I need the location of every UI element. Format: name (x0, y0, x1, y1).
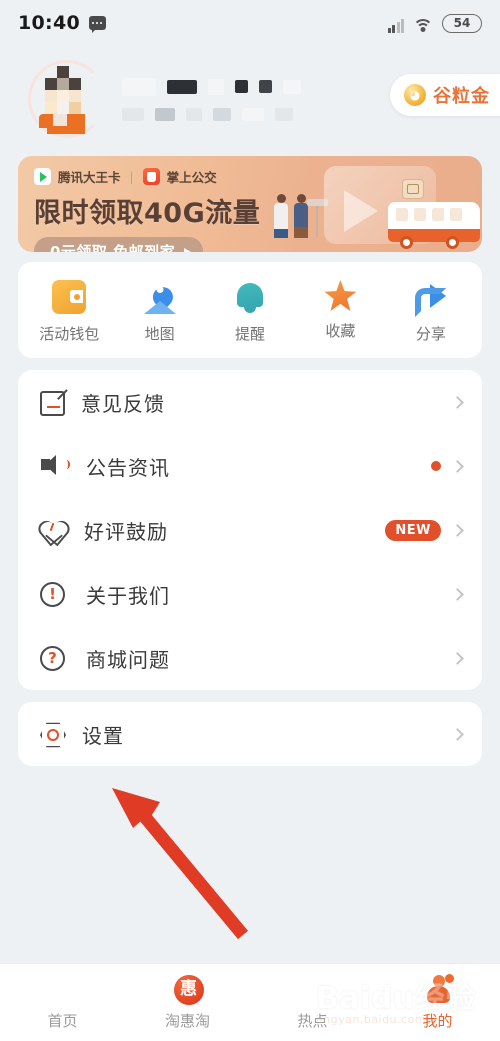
person-1 (274, 194, 288, 238)
banner-brand-2: 掌上公交 (166, 170, 217, 185)
map-pin-icon (143, 280, 177, 314)
quick-action-label: 活动钱包 (39, 325, 100, 343)
tab-label: 淘惠淘 (164, 1011, 210, 1030)
menu-item-label: 好评鼓励 (84, 519, 168, 544)
chevron-right-icon (451, 651, 464, 665)
quick-action-map[interactable]: 地图 (114, 280, 204, 344)
quick-action-label: 提醒 (235, 325, 266, 343)
sim-chip-icon (402, 179, 424, 199)
wifi-icon (413, 18, 433, 33)
menu-item-feedback[interactable]: 意见反馈 (18, 370, 482, 434)
menu-item-rate-us[interactable]: 好评鼓励 NEW (18, 498, 482, 562)
person-2 (294, 194, 308, 238)
card-gap (0, 690, 500, 702)
status-indicators: 54 (387, 13, 482, 33)
avatar-mosaic (39, 66, 95, 134)
status-time: 10:40 (18, 12, 80, 34)
quick-action-label: 地图 (144, 325, 175, 343)
banner-title: 限时领取40G流量 (34, 198, 261, 229)
row-trailing (451, 651, 464, 665)
status-badge: NEW (385, 519, 441, 541)
menu-card-settings: 设置 (18, 702, 482, 766)
quick-action-share[interactable]: 分享 (386, 280, 476, 344)
row-trailing (431, 459, 464, 473)
menu-item-settings[interactable]: 设置 (18, 702, 482, 766)
avatar[interactable] (28, 60, 106, 138)
quick-action-reminder[interactable]: 提醒 (205, 280, 295, 344)
row-trailing (451, 587, 464, 601)
quick-action-wallet[interactable]: 活动钱包 (24, 280, 114, 344)
banner-brands: 腾讯大王卡 | 掌上公交 (34, 167, 260, 186)
chevron-right-icon (451, 727, 464, 741)
quick-action-favorites[interactable]: 收藏 (295, 280, 385, 344)
bus-badge-icon (142, 168, 160, 185)
gold-coin-icon: ◕ (404, 84, 426, 106)
share-arrow-icon (414, 280, 448, 317)
play-arrow-icon (184, 247, 192, 252)
menu-card-primary: 意见反馈 公告资讯 好评鼓励 NEW ! 关于我们 ? 商城问题 (18, 370, 482, 690)
question-circle-icon: ? (40, 643, 70, 673)
chevron-right-icon (451, 395, 464, 409)
tab-mine[interactable]: 我的 (375, 964, 500, 1041)
app-screen: 10:40 54 ◕ 谷粒金 腾讯大王卡 | 掌上公交 限时领取40G流量 0元… (0, 0, 500, 1041)
bottom-tab-bar: 首页 惠 淘惠淘 热点 我的 Baidu经验 jingyan.baidu.com (0, 963, 500, 1041)
banner-cta-button[interactable]: 0元领取 免邮到家 (34, 237, 204, 252)
bus-illustration (388, 202, 480, 249)
menu-item-label: 关于我们 (86, 583, 170, 608)
banner-cta-label: 0元领取 免邮到家 (50, 243, 176, 252)
quick-actions-card: 活动钱包 地图 提醒 收藏 分享 (18, 262, 482, 358)
bus-stop-sign-icon (307, 199, 328, 238)
quick-action-label: 分享 (415, 325, 446, 343)
tab-taohuitao[interactable]: 惠 淘惠淘 (125, 964, 250, 1041)
promo-banner[interactable]: 腾讯大王卡 | 掌上公交 限时领取40G流量 0元领取 免邮到家 (18, 156, 482, 252)
chevron-right-icon (451, 587, 464, 601)
profile-header[interactable]: ◕ 谷粒金 (0, 46, 500, 148)
menu-item-label: 意见反馈 (81, 391, 165, 416)
tab-label: 热点 (297, 1011, 328, 1030)
status-bar: 10:40 54 (0, 0, 500, 46)
taohuitao-logo-icon: 惠 (173, 974, 204, 1005)
menu-item-label: 公告资讯 (86, 455, 170, 480)
exclamation-circle-icon: ! (40, 579, 70, 609)
row-trailing (451, 727, 464, 741)
wallet-icon (52, 280, 87, 314)
bell-icon (233, 280, 267, 314)
people-illustration (272, 190, 328, 238)
banner-illustration (272, 156, 482, 252)
menu-item-announcements[interactable]: 公告资讯 (18, 434, 482, 498)
speaker-icon (40, 452, 70, 482)
person-icon (424, 973, 454, 1003)
cellular-signal-icon (387, 18, 404, 33)
edit-square-icon (40, 391, 65, 416)
play-badge-icon (34, 168, 51, 185)
tab-label: 首页 (47, 1011, 78, 1030)
gear-hexagon-icon (40, 722, 66, 748)
username-block (122, 77, 301, 121)
menu-item-about-us[interactable]: ! 关于我们 (18, 562, 482, 626)
menu-item-label: 商城问题 (86, 647, 170, 672)
gold-button-label: 谷粒金 (433, 86, 490, 107)
tab-label: 我的 (422, 1011, 453, 1030)
heart-icon (40, 517, 68, 543)
chevron-right-icon (451, 459, 464, 473)
banner-content: 腾讯大王卡 | 掌上公交 限时领取40G流量 0元领取 免邮到家 (34, 167, 260, 252)
menu-item-label: 设置 (82, 723, 124, 748)
tab-hotspot[interactable]: 热点 (250, 964, 375, 1041)
quick-action-label: 收藏 (325, 322, 356, 340)
banner-brand-1: 腾讯大王卡 (58, 170, 121, 185)
menu-item-mall-questions[interactable]: ? 商城问题 (18, 626, 482, 690)
banner-brand-divider: | (129, 169, 134, 184)
row-trailing (451, 395, 464, 409)
gold-coin-button[interactable]: ◕ 谷粒金 (390, 74, 500, 116)
message-bubble-icon (88, 16, 106, 33)
unread-dot-badge (431, 461, 441, 471)
row-trailing: NEW (385, 519, 464, 541)
star-icon (324, 280, 357, 311)
battery-indicator: 54 (442, 13, 482, 33)
chevron-right-icon (451, 523, 464, 537)
username-redacted (122, 77, 301, 96)
subtitle-redacted (122, 107, 301, 121)
tab-home[interactable]: 首页 (0, 964, 125, 1041)
